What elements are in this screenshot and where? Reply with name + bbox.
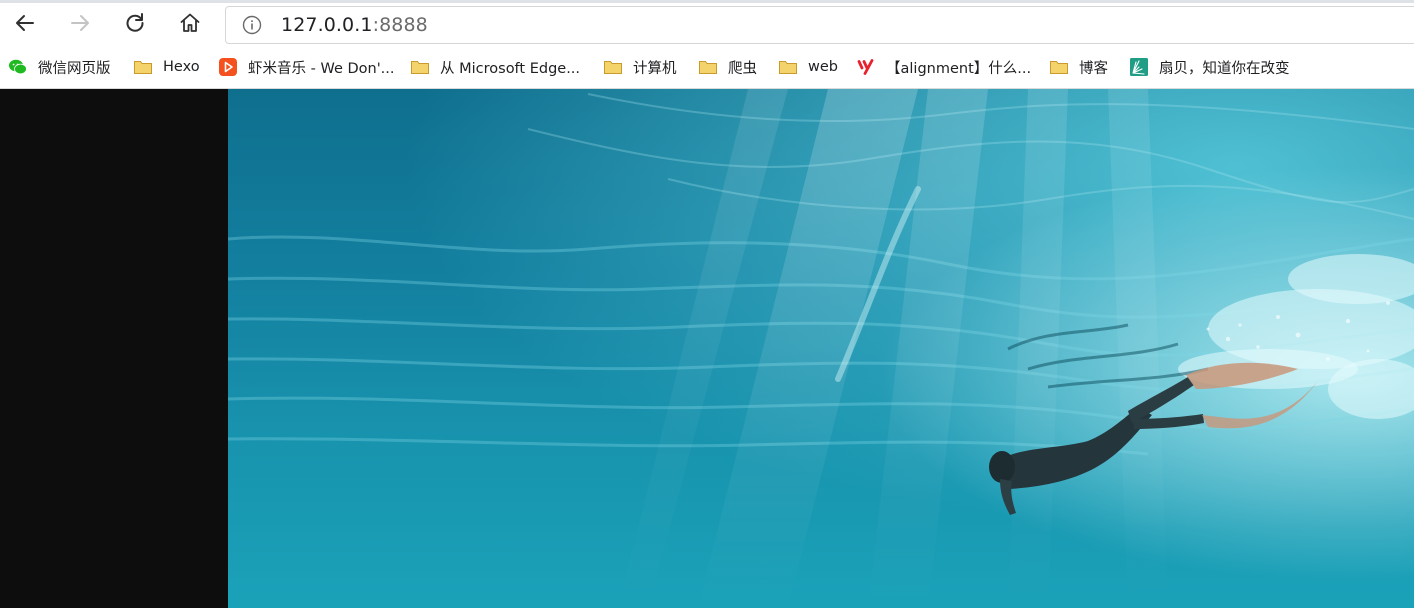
bookmark-label: Hexo <box>163 59 200 75</box>
bookmark-folder-crawler[interactable]: 爬虫 <box>698 56 757 78</box>
bookmark-folder-computer[interactable]: 计算机 <box>603 56 677 78</box>
toolbar-top-border <box>0 0 1414 3</box>
bookmark-xiami[interactable]: 虾米音乐 - We Don'... <box>218 56 395 78</box>
bookmark-label: 博客 <box>1079 60 1108 77</box>
page-viewport <box>0 89 1414 608</box>
shanbay-icon <box>1129 57 1149 77</box>
bookmark-folder-hexo[interactable]: Hexo <box>133 56 200 78</box>
bookmarks-bar: 微信网页版 Hexo 虾米音乐 - We Don'... 从 Microsoft… <box>0 50 1414 89</box>
bookmark-label: 扇贝，知道你在改变 <box>1159 60 1290 77</box>
arrow-left-icon <box>13 11 37 39</box>
url-host: 127.0.0.1 <box>281 14 373 36</box>
home-button[interactable] <box>173 8 207 42</box>
folder-icon <box>410 57 430 77</box>
folder-icon <box>1049 57 1069 77</box>
reload-button[interactable] <box>118 8 152 42</box>
info-icon[interactable] <box>241 14 263 36</box>
underwater-freediver-photo <box>228 89 1414 608</box>
folder-icon <box>133 57 153 77</box>
bookmark-label: 【alignment】什么... <box>886 60 1032 77</box>
bookmark-youdao[interactable]: 【alignment】什么... <box>856 56 1031 78</box>
ocean-illustration <box>228 89 1414 608</box>
bookmark-label: 微信网页版 <box>38 60 111 77</box>
url-text[interactable]: 127.0.0.1:8888 <box>281 14 428 36</box>
bookmark-folder-web[interactable]: web <box>778 56 838 78</box>
bookmark-label: 爬虫 <box>728 60 757 77</box>
bookmark-label: 从 Microsoft Edge... <box>440 60 581 77</box>
back-button[interactable] <box>8 8 42 42</box>
url-port: :8888 <box>372 14 428 36</box>
bookmark-wechat[interactable]: 微信网页版 <box>8 56 111 78</box>
browser-window: 127.0.0.1:8888 微信网页版 Hexo 虾米音乐 - We Don'… <box>0 0 1414 608</box>
xiami-icon <box>218 57 238 77</box>
folder-icon <box>603 57 623 77</box>
dark-side-panel <box>0 89 228 608</box>
arrow-right-icon <box>68 11 92 39</box>
address-bar[interactable]: 127.0.0.1:8888 <box>225 6 1414 44</box>
home-icon <box>178 11 202 39</box>
reload-icon <box>123 11 147 39</box>
folder-icon <box>698 57 718 77</box>
folder-icon <box>778 57 798 77</box>
bookmark-shanbay[interactable]: 扇贝，知道你在改变 <box>1129 56 1290 78</box>
wechat-icon <box>8 57 28 77</box>
bookmark-label: 计算机 <box>633 60 677 77</box>
browser-toolbar: 127.0.0.1:8888 <box>0 0 1414 50</box>
bookmark-label: 虾米音乐 - We Don'... <box>248 60 395 77</box>
bookmark-folder-blog[interactable]: 博客 <box>1049 56 1108 78</box>
bookmark-folder-edge[interactable]: 从 Microsoft Edge... <box>410 56 580 78</box>
forward-button[interactable] <box>63 8 97 42</box>
youdao-icon <box>856 57 876 77</box>
bookmark-label: web <box>808 59 838 75</box>
